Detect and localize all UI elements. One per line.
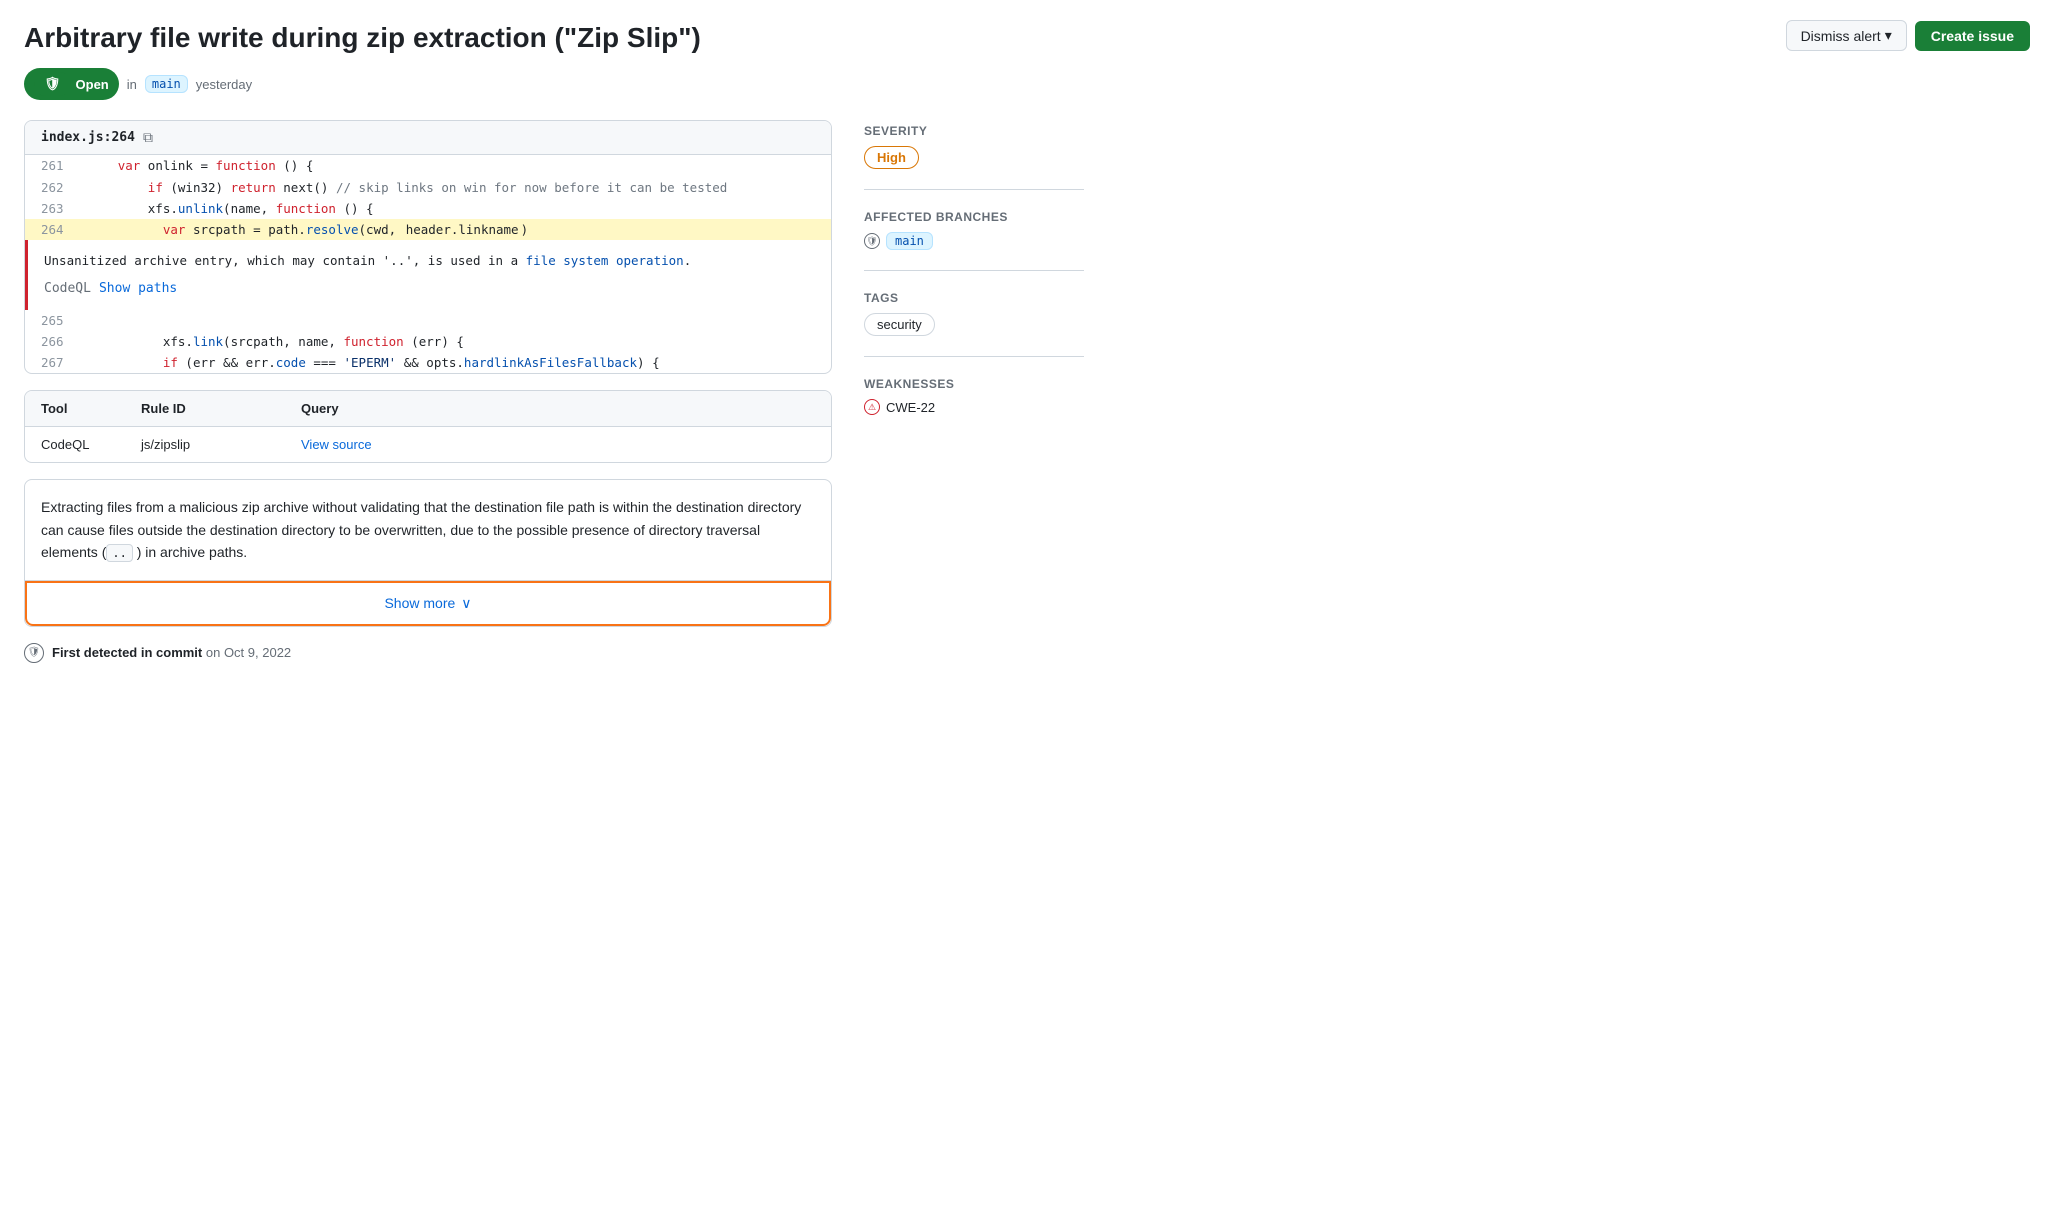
commit-shield-icon: 🛡 — [24, 643, 44, 663]
chevron-down-icon: ∨ — [461, 595, 471, 612]
codeql-label: CodeQL — [44, 278, 91, 300]
code-line-264: 264 var srcpath = path.resolve(cwd, head… — [25, 219, 831, 240]
show-more-button[interactable]: Show more ∨ — [25, 581, 831, 626]
dismiss-alert-button[interactable]: Dismiss alert ▾ — [1786, 20, 1907, 51]
alert-block: Unsanitized archive entry, which may con… — [25, 240, 831, 309]
weakness-shield-icon: ⚠ — [864, 399, 880, 415]
page-title: Arbitrary file write during zip extracti… — [24, 20, 1786, 56]
branch-name: main — [886, 232, 933, 250]
commit-line: 🛡 First detected in commit on Oct 9, 202… — [24, 643, 832, 663]
header-branch-badge: main — [145, 75, 188, 93]
weaknesses-label: Weaknesses — [864, 377, 1084, 391]
show-paths-link[interactable]: Show paths — [99, 278, 177, 300]
create-issue-label: Create issue — [1931, 28, 2014, 44]
alert-text: Unsanitized archive entry, which may con… — [44, 250, 815, 271]
view-source-link[interactable]: View source — [301, 437, 815, 452]
severity-badge: High — [864, 146, 919, 169]
shield-open-icon: 🛡 — [34, 72, 71, 96]
affected-branches-label: Affected branches — [864, 210, 1084, 224]
header-time: yesterday — [196, 77, 252, 92]
weaknesses-section: Weaknesses ⚠ CWE-22 — [864, 377, 1084, 435]
code-line-267: 267 if (err && err.code === 'EPERM' && o… — [25, 352, 831, 373]
branch-item: 🛡 main — [864, 232, 1084, 250]
chevron-down-icon: ▾ — [1885, 27, 1892, 44]
weakness-value: CWE-22 — [886, 400, 935, 415]
weakness-item: ⚠ CWE-22 — [864, 399, 1084, 415]
tags-label: Tags — [864, 291, 1084, 305]
affected-branches-section: Affected branches 🛡 main — [864, 210, 1084, 271]
branch-shield-icon: 🛡 — [864, 233, 880, 249]
tag-badge: security — [864, 313, 935, 336]
create-issue-button[interactable]: Create issue — [1915, 21, 2030, 51]
code-inline-dotdot: .. — [106, 544, 132, 562]
code-container: index.js:264 ⧉ 261 var onlink = function… — [24, 120, 832, 374]
code-line-261: 261 var onlink = function () { — [25, 155, 831, 176]
code-filename: index.js:264 — [41, 130, 135, 145]
copy-icon[interactable]: ⧉ — [143, 129, 153, 146]
code-header: index.js:264 ⧉ — [25, 121, 831, 155]
description-block: Extracting files from a malicious zip ar… — [24, 479, 832, 626]
show-more-label: Show more — [384, 595, 455, 611]
severity-section: Severity High — [864, 124, 1084, 190]
description-text: Extracting files from a malicious zip ar… — [25, 480, 831, 580]
status-in-label: in — [127, 77, 137, 92]
dismiss-label: Dismiss alert — [1801, 28, 1881, 44]
sidebar: Severity High Affected branches 🛡 main T… — [864, 120, 1084, 662]
main-content: index.js:264 ⧉ 261 var onlink = function… — [24, 120, 832, 662]
info-table: Tool Rule ID Query CodeQL js/zipslip Vie… — [24, 390, 832, 463]
status-badge: 🛡 Open — [24, 68, 119, 100]
rule-id-value: js/zipslip — [141, 437, 301, 452]
info-table-row: CodeQL js/zipslip View source — [25, 427, 831, 462]
code-line-265: 265 — [25, 310, 831, 331]
code-line-266: 266 xfs.link(srcpath, name, function (er… — [25, 331, 831, 352]
commit-label: First detected in commit on Oct 9, 2022 — [52, 645, 291, 660]
tool-value: CodeQL — [41, 437, 141, 452]
code-body: 261 var onlink = function () { 262 if (w… — [25, 155, 831, 373]
alert-meta: CodeQL Show paths — [44, 278, 815, 300]
code-line-262: 262 if (win32) return next() // skip lin… — [25, 177, 831, 198]
severity-label: Severity — [864, 124, 1084, 138]
code-line-263: 263 xfs.unlink(name, function () { — [25, 198, 831, 219]
info-table-header: Tool Rule ID Query — [25, 391, 831, 427]
tags-section: Tags security — [864, 291, 1084, 357]
